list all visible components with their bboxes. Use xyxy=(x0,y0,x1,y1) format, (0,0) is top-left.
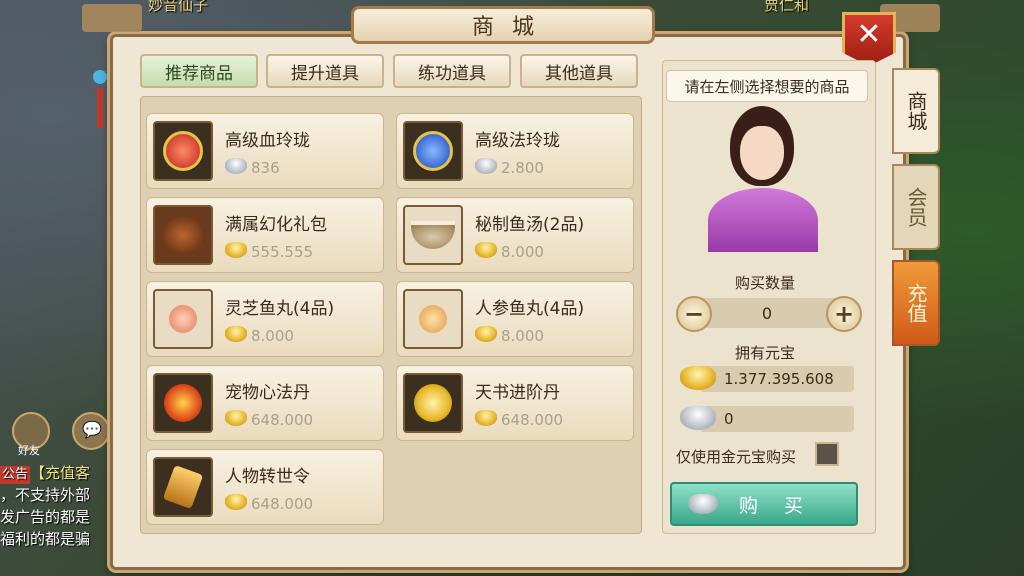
announcement-tag: 公告 xyxy=(0,466,31,484)
item-name: 秘制鱼汤(2品) xyxy=(475,215,585,235)
gold-only-label: 仅使用金元宝购买 xyxy=(676,448,797,466)
gold-ingot-icon xyxy=(225,242,247,258)
item-price: 648.000 xyxy=(251,495,314,513)
chat-line-3: 发广告的都是 xyxy=(0,508,91,526)
side-tab-shop-label: 商城 xyxy=(904,91,928,131)
item-name: 灵芝鱼丸(4品) xyxy=(225,299,335,319)
owned-ingots-label: 拥有元宝 xyxy=(735,344,796,362)
silver-balance: 0 xyxy=(700,406,854,432)
shop-item[interactable]: 宠物心法丹 648.000 xyxy=(146,365,384,441)
hanging-ornament xyxy=(93,50,107,140)
side-tab-recharge-label: 充值 xyxy=(904,283,928,323)
side-tab-vip[interactable]: 会员 xyxy=(892,164,940,250)
item-price: 8.000 xyxy=(501,327,544,345)
gold-ingot-icon xyxy=(475,242,497,258)
item-price: 8.000 xyxy=(251,327,294,345)
chat-line-1: 【充值客 xyxy=(30,464,91,482)
soup-bowl-icon xyxy=(403,205,463,265)
item-name: 人物转世令 xyxy=(225,467,310,487)
chat-line-4: 福利的都是骗 xyxy=(0,530,91,548)
fishball-bowl-icon xyxy=(403,289,463,349)
gold-ingot-icon xyxy=(225,494,247,510)
item-price: 648.000 xyxy=(501,411,564,429)
item-name: 高级法玲珑 xyxy=(475,131,560,151)
tab-training-items[interactable]: 练功道具 xyxy=(393,54,511,88)
gold-ingot-icon xyxy=(475,326,497,342)
item-name: 宠物心法丹 xyxy=(225,383,310,403)
token-icon xyxy=(153,457,213,517)
frame-corner-left xyxy=(82,4,142,32)
player-name-right: 贾仁和 xyxy=(764,0,810,14)
tab-upgrade-items[interactable]: 提升道具 xyxy=(266,54,384,88)
blue-orb-icon xyxy=(403,121,463,181)
item-name: 高级血玲珑 xyxy=(225,131,310,151)
shop-item[interactable]: 灵芝鱼丸(4品) 8.000 xyxy=(146,281,384,357)
buy-button[interactable]: 购买 xyxy=(670,482,858,526)
side-tab-recharge[interactable]: 充值 xyxy=(892,260,940,346)
item-price: 648.000 xyxy=(251,411,314,429)
side-tab-vip-label: 会员 xyxy=(904,187,928,227)
quantity-label: 购买数量 xyxy=(735,274,796,292)
quantity-value[interactable]: 0 xyxy=(692,298,842,328)
fishball-plate-icon xyxy=(153,289,213,349)
item-price: 836 xyxy=(251,159,280,177)
shop-item[interactable]: 天书进阶丹 648.000 xyxy=(396,365,634,441)
gold-ingot-icon xyxy=(475,410,497,426)
increase-quantity-button[interactable]: + xyxy=(826,296,862,332)
side-tab-shop[interactable]: 商城 xyxy=(892,68,940,154)
golden-orb-icon xyxy=(403,373,463,433)
fire-orb-icon xyxy=(153,373,213,433)
gold-ingot-icon xyxy=(225,326,247,342)
friends-button[interactable]: 好友 xyxy=(12,412,50,457)
gold-ingot-icon xyxy=(225,410,247,426)
chat-bubble-icon: 💬 xyxy=(82,420,102,439)
buy-button-label: 购买 xyxy=(738,494,829,517)
shopkeeper-portrait xyxy=(700,100,826,252)
bear-icon xyxy=(153,205,213,265)
shop-item[interactable]: 秘制鱼汤(2品) 8.000 xyxy=(396,197,634,273)
shop-item[interactable]: 高级法玲珑 2.800 xyxy=(396,113,634,189)
shop-item[interactable]: 人参鱼丸(4品) 8.000 xyxy=(396,281,634,357)
shop-item[interactable]: 满属幻化礼包 555.555 xyxy=(146,197,384,273)
close-icon: ✕ xyxy=(856,17,882,52)
item-price: 2.800 xyxy=(501,159,544,177)
window-title: 商城 xyxy=(351,6,655,44)
silver-ingot-icon xyxy=(688,494,718,514)
gold-only-checkbox[interactable] xyxy=(815,442,839,466)
gold-ingot-plus-icon[interactable] xyxy=(680,366,716,390)
player-name-left: 妙音仙子 xyxy=(148,0,209,14)
item-name: 人参鱼丸(4品) xyxy=(475,299,585,319)
red-orb-icon xyxy=(153,121,213,181)
gold-balance: 1.377.395.608 xyxy=(700,366,854,392)
item-name: 满属幻化礼包 xyxy=(225,215,327,235)
silver-ingot-icon xyxy=(225,158,247,174)
chat-line-2: ，不支持外部 xyxy=(0,486,91,504)
decrease-quantity-button[interactable]: − xyxy=(676,296,712,332)
silver-ingot-icon xyxy=(475,158,497,174)
shop-item[interactable]: 人物转世令 648.000 xyxy=(146,449,384,525)
friends-label: 好友 xyxy=(18,444,40,457)
shop-item[interactable]: 高级血玲珑 836 xyxy=(146,113,384,189)
item-price: 8.000 xyxy=(501,243,544,261)
chat-bubble-button[interactable]: 💬 xyxy=(72,412,110,450)
tab-recommended[interactable]: 推荐商品 xyxy=(140,54,258,88)
plus-icon: + xyxy=(833,300,855,328)
selection-hint: 请在左侧选择想要的商品 xyxy=(666,70,868,102)
item-name: 天书进阶丹 xyxy=(475,383,560,403)
silver-ingot-icon xyxy=(680,406,716,430)
chat-log: 公告 【充值客 ，不支持外部 发广告的都是 福利的都是骗 xyxy=(0,462,115,550)
tab-other-items[interactable]: 其他道具 xyxy=(520,54,638,88)
minus-icon: − xyxy=(683,300,705,328)
item-price: 555.555 xyxy=(251,243,314,261)
